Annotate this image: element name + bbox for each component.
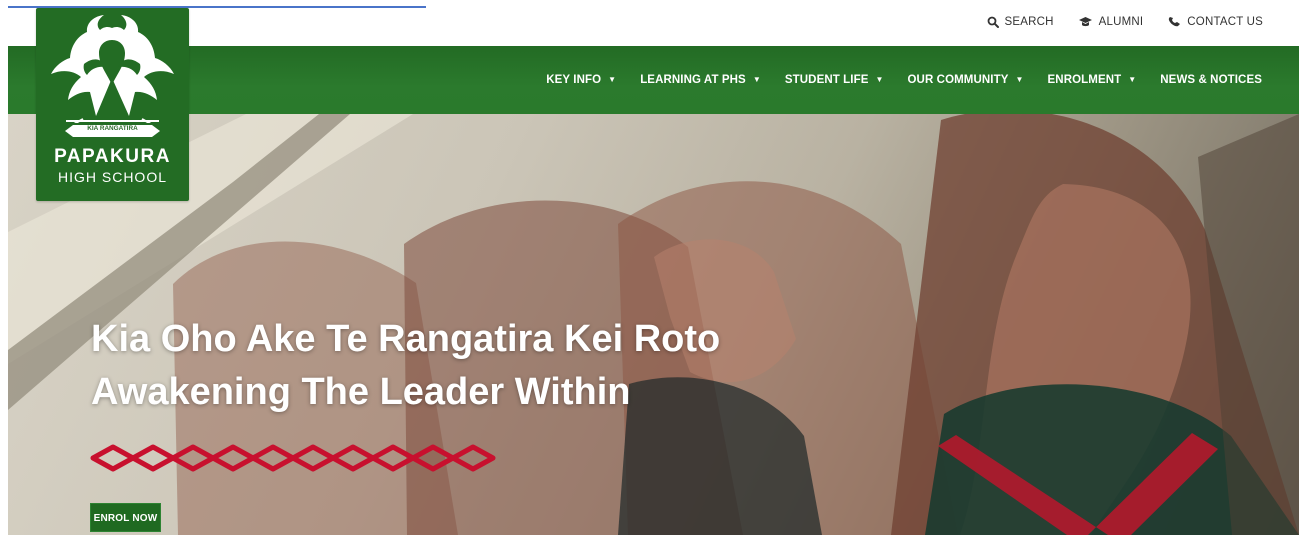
nav-enrolment-label: ENROLMENT (1047, 74, 1122, 86)
main-navigation: KEY INFO ▼ LEARNING AT PHS ▼ STUDENT LIFE ▼… (546, 46, 1262, 114)
search-icon (987, 16, 999, 28)
nav-student-life[interactable]: STUDENT LIFE ▼ (785, 74, 884, 86)
contact-us-link[interactable]: CONTACT US (1167, 16, 1263, 28)
nav-key-info[interactable]: KEY INFO ▼ (546, 74, 616, 86)
search-label: SEARCH (1004, 16, 1054, 28)
kia-rangatira-ribbon: KIA RANGATIRA (65, 124, 160, 138)
chevron-down-icon: ▼ (1015, 75, 1024, 84)
kowhaiwhai-pattern-icon (90, 444, 496, 472)
school-name: PAPAKURA (54, 146, 171, 167)
alumni-label: ALUMNI (1098, 16, 1144, 28)
nav-enrolment[interactable]: ENROLMENT ▼ (1048, 74, 1137, 86)
contact-us-label: CONTACT US (1187, 16, 1263, 28)
school-subtitle: HIGH SCHOOL (57, 169, 167, 185)
school-crest-icon (51, 15, 174, 123)
main-navigation-bar: KEY INFO ▼ LEARNING AT PHS ▼ STUDENT LIFE ▼… (8, 46, 1299, 114)
chevron-down-icon: ▼ (608, 75, 617, 84)
hero-headline-line-2: Awakening The Leader Within (91, 371, 631, 413)
nav-learning-at-phs[interactable]: LEARNING AT PHS ▼ (640, 74, 761, 86)
nav-our-community[interactable]: OUR COMMUNITY ▼ (908, 74, 1024, 86)
nav-our-community-label: OUR COMMUNITY (907, 74, 1009, 86)
chevron-down-icon: ▼ (875, 75, 884, 84)
hero-headline: Kia Oho Ake Te Rangatira Kei Roto Awaken… (91, 313, 720, 419)
nav-key-info-label: KEY INFO (546, 74, 602, 86)
nav-learning-at-phs-label: LEARNING AT PHS (640, 74, 746, 86)
hero-headline-line-1: Kia Oho Ake Te Rangatira Kei Roto (91, 318, 721, 360)
chevron-down-icon: ▼ (1128, 75, 1137, 84)
nav-news-notices-label: NEWS & NOTICES (1160, 74, 1262, 86)
phone-icon (1169, 17, 1181, 27)
chevron-down-icon: ▼ (752, 75, 761, 84)
search-link[interactable]: SEARCH (987, 16, 1054, 28)
alumni-link[interactable]: ALUMNI (1078, 16, 1144, 28)
hero-banner: Kia Oho Ake Te Rangatira Kei Roto Awaken… (8, 114, 1299, 535)
nav-student-life-label: STUDENT LIFE (784, 74, 869, 86)
logo-ribbon-text: KIA RANGATIRA (87, 125, 138, 132)
alumni-icon (1078, 17, 1092, 27)
utility-navigation: SEARCH ALUMNI CONTACT US (987, 16, 1264, 28)
nav-news-notices[interactable]: NEWS & NOTICES (1160, 74, 1262, 86)
truncated-link[interactable] (8, 0, 426, 8)
enrol-now-button[interactable]: ENROL NOW (90, 503, 161, 532)
papakura-high-school-logo[interactable]: KIA RANGATIRA PAPAKURA HIGH SCHOOL (36, 8, 189, 201)
